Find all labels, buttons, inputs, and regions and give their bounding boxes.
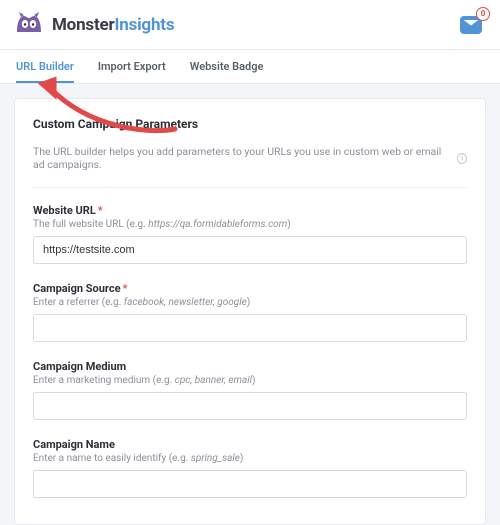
field-hint: Enter a marketing medium (e.g. cpc, bann… [33,375,467,386]
brand-name: MonsterInsights [52,15,174,35]
website-url-input[interactable] [33,236,467,264]
inbox-button[interactable]: 0 [456,13,486,37]
campaign-card: Custom Campaign Parameters The URL build… [14,98,486,525]
tab-website-badge[interactable]: Website Badge [190,50,264,83]
field-hint: Enter a name to easily identify (e.g. sp… [33,453,467,464]
field-website-url: Website URL* The full website URL (e.g. … [33,204,467,264]
card-title: Custom Campaign Parameters [33,117,467,131]
brand-logo [14,10,44,39]
field-label: Campaign Source* [33,282,467,295]
field-campaign-source: Campaign Source* Enter a referrer (e.g. … [33,282,467,342]
tab-bar: URL Builder Import Export Website Badge [0,49,500,84]
field-label: Campaign Medium [33,360,467,373]
campaign-name-input[interactable] [33,470,467,498]
card-description: The URL builder helps you add parameters… [33,145,467,188]
info-icon[interactable]: i [457,153,467,164]
brand: MonsterInsights [14,10,174,39]
tab-url-builder[interactable]: URL Builder [16,50,74,83]
inbox-badge: 0 [476,7,490,21]
field-label: Campaign Name [33,438,467,451]
app-header: MonsterInsights 0 [0,0,500,49]
field-label: Website URL* [33,204,467,217]
campaign-medium-input[interactable] [33,392,467,420]
field-hint: The full website URL (e.g. https://qa.fo… [33,219,467,230]
field-campaign-name: Campaign Name Enter a name to easily ide… [33,438,467,498]
field-campaign-medium: Campaign Medium Enter a marketing medium… [33,360,467,420]
field-hint: Enter a referrer (e.g. facebook, newslet… [33,297,467,308]
campaign-source-input[interactable] [33,314,467,342]
tab-import-export[interactable]: Import Export [98,50,166,83]
